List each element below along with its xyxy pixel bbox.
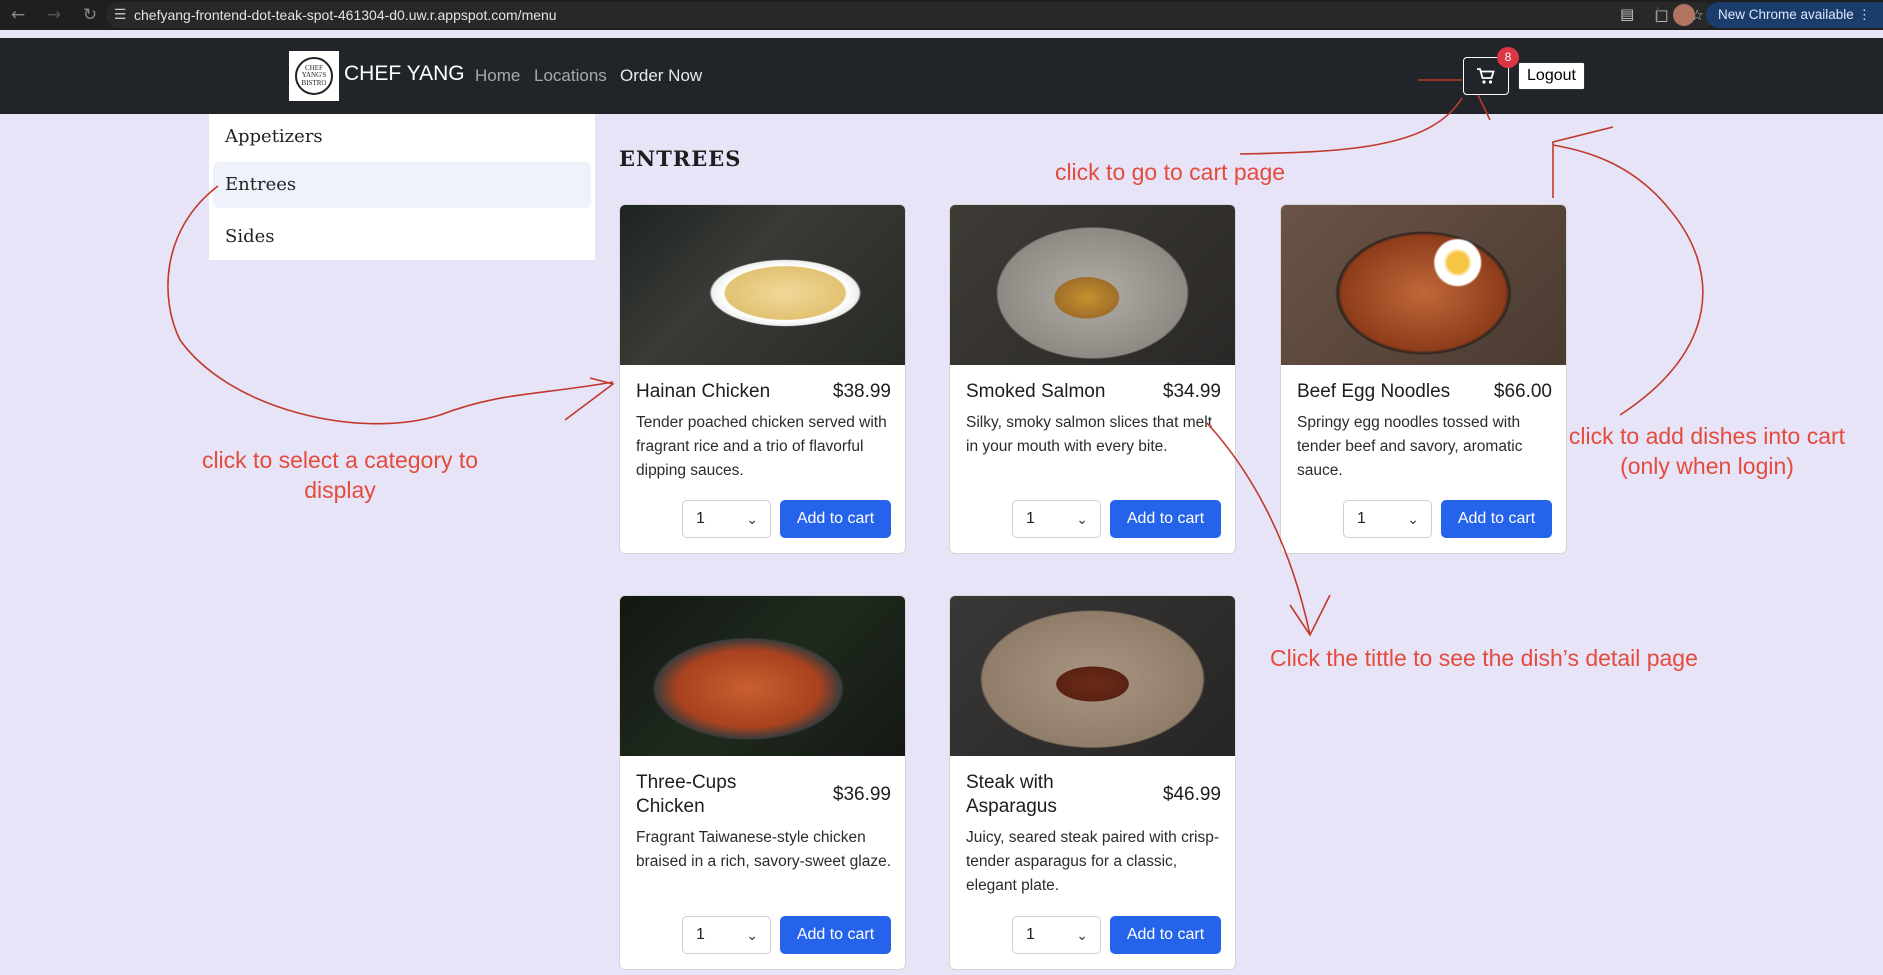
annotation-add-line2: (only when login)	[1620, 453, 1794, 479]
dish-photo-steak-asparagus[interactable]	[950, 596, 1235, 756]
arrow-add-cart	[1552, 144, 1704, 416]
cart-icon	[1477, 68, 1495, 84]
site-navbar	[0, 38, 1883, 114]
quantity-select[interactable]: 1 ⌄	[1343, 500, 1432, 538]
brand-name[interactable]: CHEF YANG	[344, 62, 465, 86]
quantity-value: 1	[1026, 926, 1035, 943]
brand-logo[interactable]: CHEF YANG'S BISTRO	[289, 51, 339, 101]
dish-price: $36.99	[832, 784, 891, 805]
add-to-cart-button[interactable]: Add to cart	[1110, 500, 1221, 538]
logo-mark: CHEF YANG'S BISTRO	[295, 57, 333, 95]
forward-arrow-icon[interactable]: →	[36, 5, 72, 25]
dish-photo-smoked-salmon[interactable]	[950, 205, 1235, 365]
dish-price: $34.99	[1162, 381, 1221, 402]
quantity-select[interactable]: 1 ⌄	[1012, 916, 1101, 954]
dish-card: Steak with Asparagus $46.99 Juicy, seare…	[949, 595, 1236, 970]
category-sides[interactable]: Sides	[213, 214, 591, 260]
reload-icon[interactable]: ↻	[72, 5, 108, 25]
url-text[interactable]: chefyang-frontend-dot-teak-spot-461304-d…	[134, 7, 557, 23]
nav-order-now[interactable]: Order Now	[620, 66, 702, 86]
dish-description: Fragrant Taiwanese-style chicken braised…	[636, 829, 892, 870]
category-sidebar: Appetizers Entrees Sides	[209, 114, 595, 260]
chevron-down-icon: ⌄	[1407, 511, 1419, 527]
add-to-cart-button[interactable]: Add to cart	[780, 500, 891, 538]
profile-avatar[interactable]	[1673, 4, 1695, 26]
annotation-title-detail: Click the tittle to see the dish’s detai…	[1270, 645, 1698, 671]
dish-title[interactable]: Steak with Asparagus	[966, 771, 1106, 819]
logout-button[interactable]: Logout	[1518, 62, 1585, 90]
arrow-title-head	[1289, 594, 1331, 637]
quantity-value: 1	[696, 926, 705, 943]
add-to-cart-button[interactable]: Add to cart	[1441, 500, 1552, 538]
back-arrow-icon[interactable]: ←	[0, 5, 36, 25]
address-bar[interactable]: ☰ chefyang-frontend-dot-teak-spot-461304…	[106, 2, 1716, 28]
quantity-value: 1	[696, 510, 705, 527]
chevron-down-icon: ⌄	[746, 927, 758, 943]
quantity-value: 1	[1026, 510, 1035, 527]
annotation-category-line2: display	[304, 477, 376, 503]
quantity-select[interactable]: 1 ⌄	[682, 500, 771, 538]
add-to-cart-button[interactable]: Add to cart	[780, 916, 891, 954]
cart-count-badge: 8	[1497, 47, 1519, 68]
dish-title[interactable]: Hainan Chicken	[636, 380, 796, 404]
arrow-category-head	[564, 377, 615, 421]
dish-card: Hainan Chicken $38.99 Tender poached chi…	[619, 204, 906, 554]
site-settings-icon[interactable]: ☰	[106, 7, 134, 23]
update-chip[interactable]: New Chrome available ⋮	[1706, 2, 1883, 28]
dish-description: Tender poached chicken served with fragr…	[636, 414, 887, 479]
dish-photo-hainan-chicken[interactable]	[620, 205, 905, 365]
add-to-cart-button[interactable]: Add to cart	[1110, 916, 1221, 954]
chevron-down-icon: ⌄	[1076, 511, 1088, 527]
toolbar-divider	[1657, 7, 1658, 23]
dish-card: Smoked Salmon $34.99 Silky, smoky salmon…	[949, 204, 1236, 554]
category-entrees[interactable]: Entrees	[213, 162, 591, 208]
annotation-cart-page: click to go to cart page	[1054, 159, 1286, 185]
quantity-value: 1	[1357, 510, 1366, 527]
dish-photo-beef-egg-noodles[interactable]	[1281, 205, 1566, 365]
dish-card: Beef Egg Noodles $66.00 Springy egg nood…	[1280, 204, 1567, 554]
annotation-add-line1: click to add dishes into cart	[1568, 423, 1846, 449]
annotation-category-line1: click to select a category to	[201, 447, 479, 473]
quantity-select[interactable]: 1 ⌄	[682, 916, 771, 954]
chevron-down-icon: ⌄	[1076, 927, 1088, 943]
dish-price: $38.99	[832, 381, 891, 402]
category-appetizers[interactable]: Appetizers	[213, 114, 591, 160]
dish-title[interactable]: Three-Cups Chicken	[636, 771, 776, 819]
dish-title[interactable]: Smoked Salmon	[966, 380, 1126, 404]
nav-locations[interactable]: Locations	[534, 66, 607, 86]
dish-price: $46.99	[1162, 784, 1221, 805]
quantity-select[interactable]: 1 ⌄	[1012, 500, 1101, 538]
dish-title[interactable]: Beef Egg Noodles	[1297, 380, 1477, 404]
nav-home[interactable]: Home	[475, 66, 520, 86]
dish-card: Three-Cups Chicken $36.99 Fragrant Taiwa…	[619, 595, 906, 970]
tab-search-icon[interactable]: ▤	[1620, 5, 1634, 23]
chevron-down-icon: ⌄	[746, 511, 758, 527]
dish-price: $66.00	[1493, 381, 1552, 402]
update-label[interactable]: New Chrome available	[1718, 7, 1854, 22]
dish-photo-three-cups-chicken[interactable]	[620, 596, 905, 756]
arrow-add-cart-head	[1552, 126, 1614, 198]
dish-description: Silky, smoky salmon slices that melt in …	[966, 414, 1213, 455]
section-title: ENTREES	[619, 146, 742, 171]
dish-description: Juicy, seared steak paired with crisp-te…	[966, 829, 1219, 894]
dish-description: Springy egg noodles tossed with tender b…	[1297, 414, 1523, 479]
